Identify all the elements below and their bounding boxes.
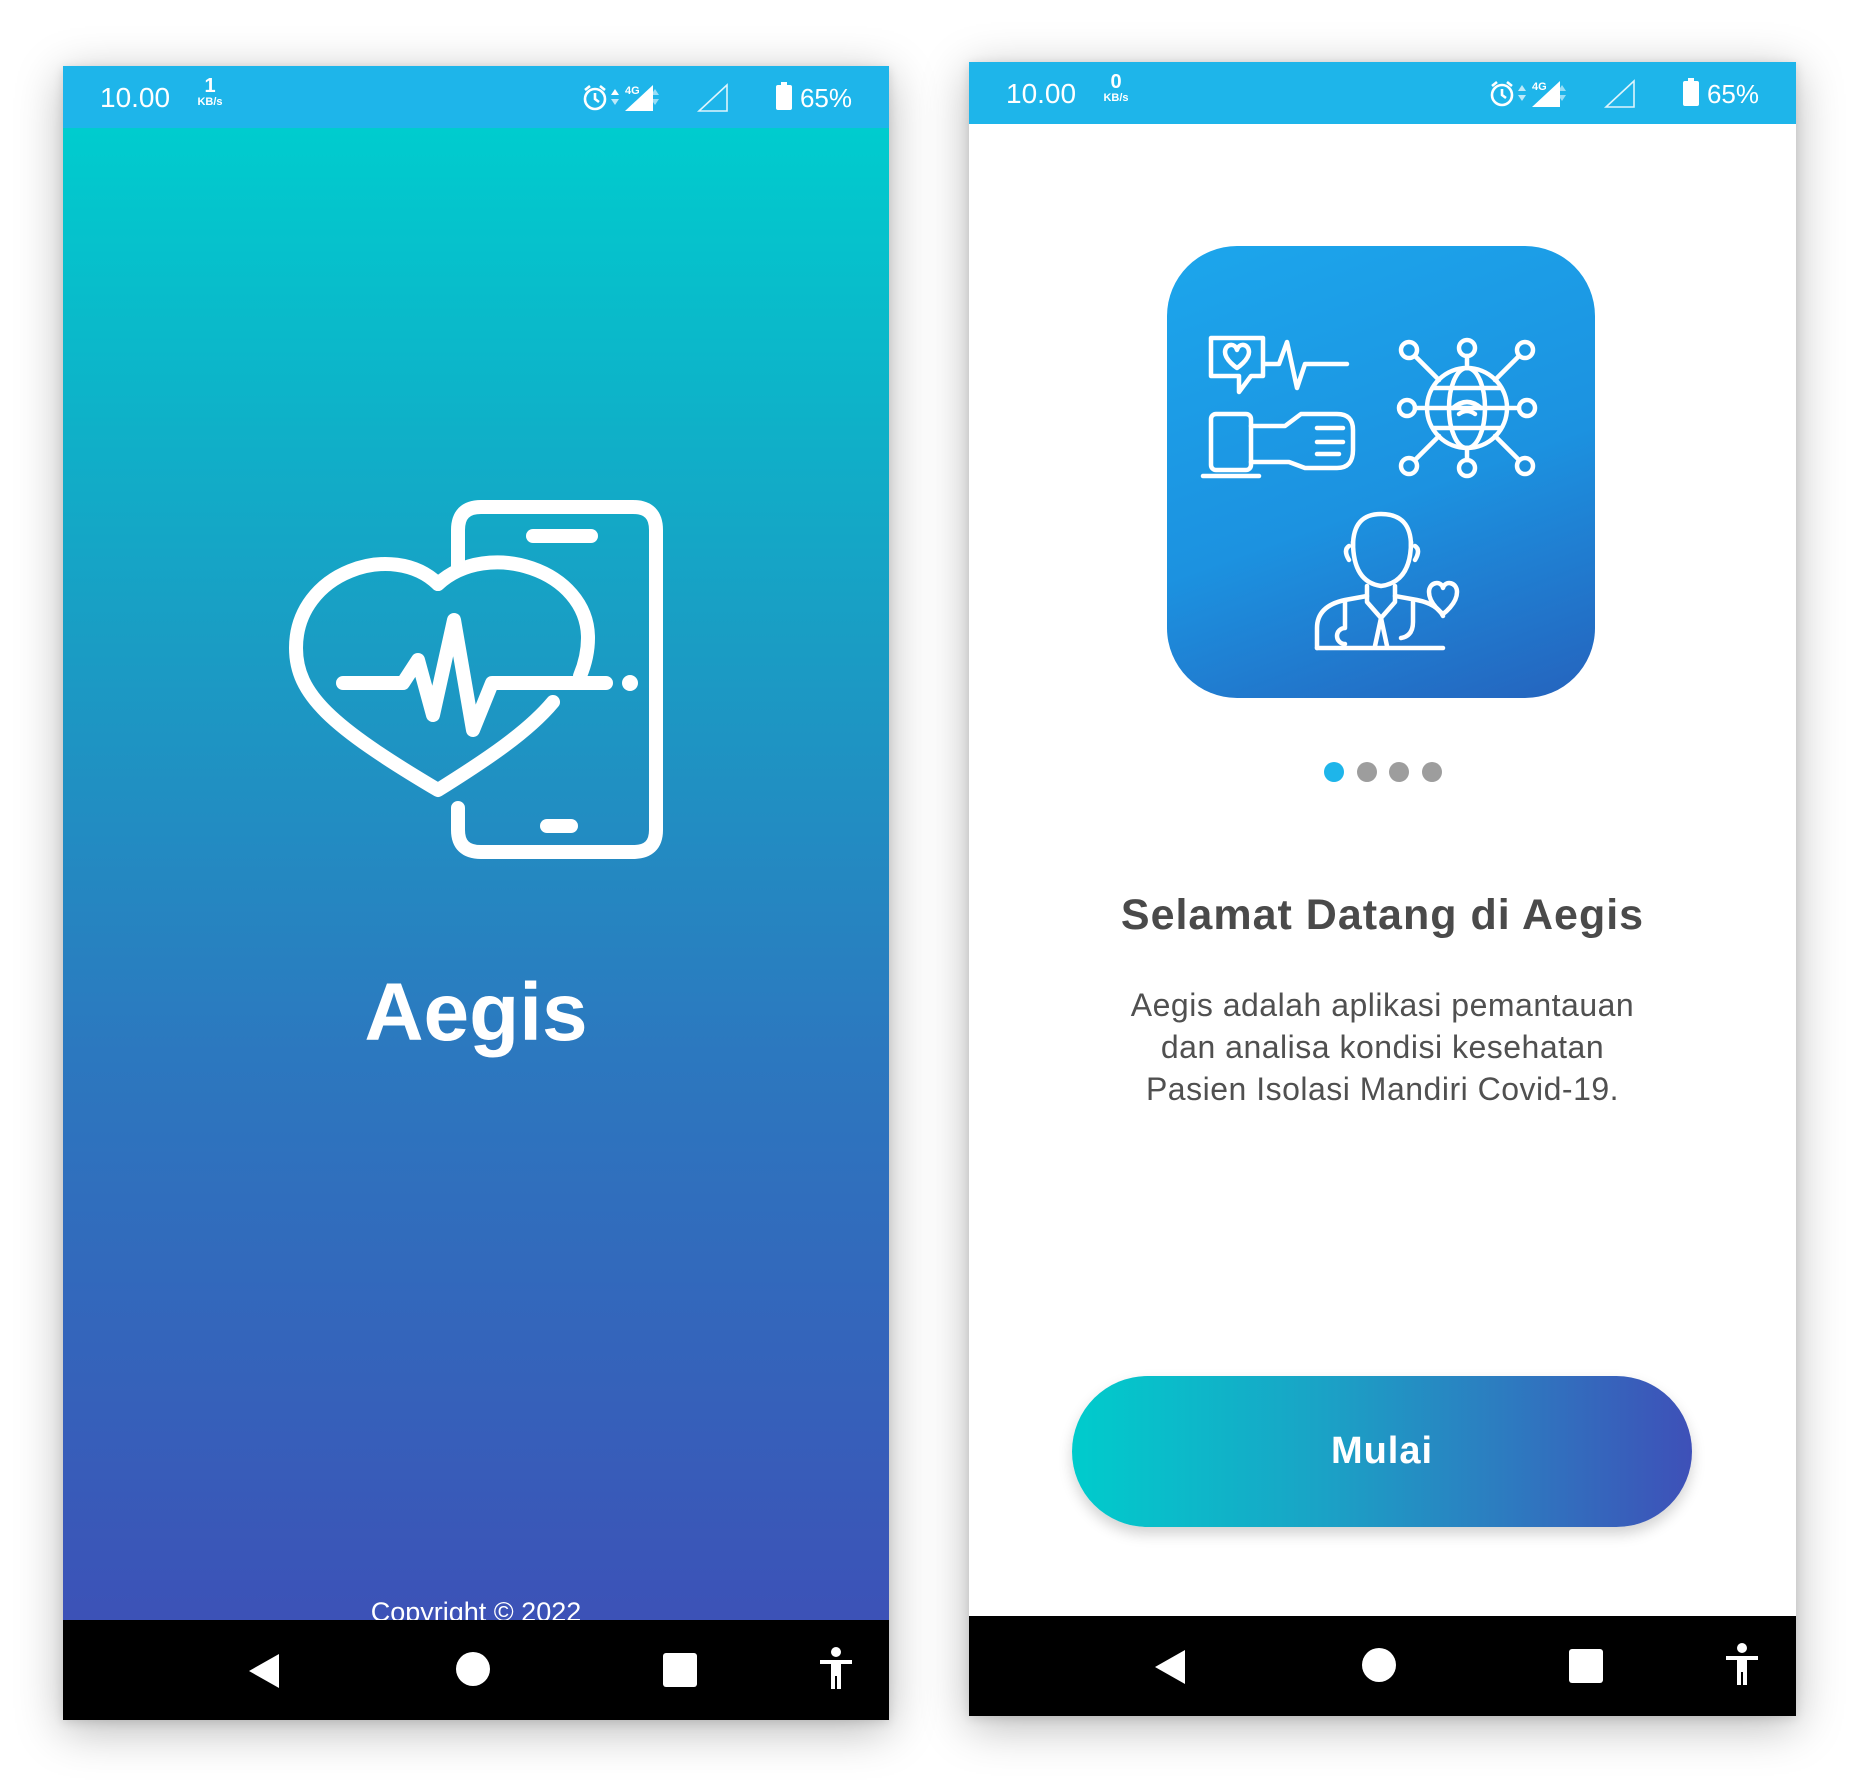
heart-monitor-fist-icon <box>1200 335 1356 479</box>
status-bar: 10.00 0 KB/s 4G 65% <box>969 62 1796 124</box>
description-line: Pasien Isolasi Mandiri Covid-19. <box>1145 1071 1620 1107</box>
status-time: 10.00 <box>100 82 171 113</box>
status-bar: 10.00 1 KB/s 4G 65% <box>63 66 889 128</box>
battery-icon <box>1683 78 1699 106</box>
description-line: dan analisa kondisi kesehatan <box>1160 1029 1605 1065</box>
splash-background: Aegis Copyright © 2022 <box>63 128 889 1627</box>
recents-icon[interactable] <box>1569 1649 1603 1683</box>
data-arrows-icon <box>611 89 619 105</box>
onboarding-illustration <box>1167 246 1595 698</box>
description-line: Aegis adalah aplikasi pemantauan <box>1130 987 1635 1023</box>
signal-4g-icon: 4G <box>625 85 659 111</box>
status-icons: 4G <box>1488 79 1648 109</box>
battery-percent: 65% <box>1706 79 1759 109</box>
status-icons: 4G <box>581 83 741 113</box>
doctor-heart-icon <box>1314 511 1460 651</box>
recents-icon[interactable] <box>663 1653 697 1687</box>
signal-4g-icon: 4G <box>1532 81 1566 107</box>
splash-screen: 10.00 1 KB/s 4G 65% Aegis Copyright © 20… <box>63 66 889 1720</box>
home-icon[interactable] <box>456 1652 490 1686</box>
alarm-icon <box>1490 80 1514 107</box>
status-time: 10.00 <box>1006 78 1077 109</box>
network-speed: 0 KB/s <box>1096 72 1136 104</box>
welcome-title: Selamat Datang di Aegis <box>1120 891 1645 939</box>
heart-phone-ecg-icon <box>289 500 663 859</box>
page-dot[interactable] <box>1422 762 1442 782</box>
svg-text:4G: 4G <box>625 85 640 97</box>
back-icon[interactable] <box>247 1652 281 1690</box>
svg-text:4G: 4G <box>1532 81 1547 93</box>
welcome-description: Aegis adalah aplikasi pemantauan dan ana… <box>1069 984 1696 1110</box>
app-name: Aegis <box>364 967 588 1058</box>
network-speed-unit: KB/s <box>1103 92 1129 104</box>
back-icon[interactable] <box>1153 1648 1187 1686</box>
global-network-icon <box>1396 337 1538 479</box>
signal-empty-icon <box>1603 79 1635 108</box>
battery-percent: 65% <box>799 83 852 113</box>
page-indicator <box>1324 762 1454 784</box>
network-speed-value: 1 <box>204 75 216 97</box>
signal-empty-icon <box>696 83 728 112</box>
start-button[interactable]: Mulai <box>1072 1376 1692 1527</box>
accessibility-icon[interactable] <box>1725 1643 1759 1687</box>
page-dot-active[interactable] <box>1324 762 1344 782</box>
network-speed: 1 KB/s <box>190 76 230 108</box>
navigation-bar <box>63 1620 889 1720</box>
page-dot[interactable] <box>1357 762 1377 782</box>
alarm-icon <box>583 84 607 111</box>
home-icon[interactable] <box>1362 1648 1396 1682</box>
battery-icon <box>776 82 792 110</box>
page-dot[interactable] <box>1389 762 1409 782</box>
onboarding-screen: 10.00 0 KB/s 4G 65% Selamat Datang di Ae… <box>969 62 1796 1716</box>
data-arrows-icon <box>1518 85 1526 101</box>
network-speed-value: 0 <box>1110 71 1122 93</box>
network-speed-unit: KB/s <box>197 96 223 108</box>
navigation-bar <box>969 1616 1796 1716</box>
accessibility-icon[interactable] <box>819 1647 853 1691</box>
